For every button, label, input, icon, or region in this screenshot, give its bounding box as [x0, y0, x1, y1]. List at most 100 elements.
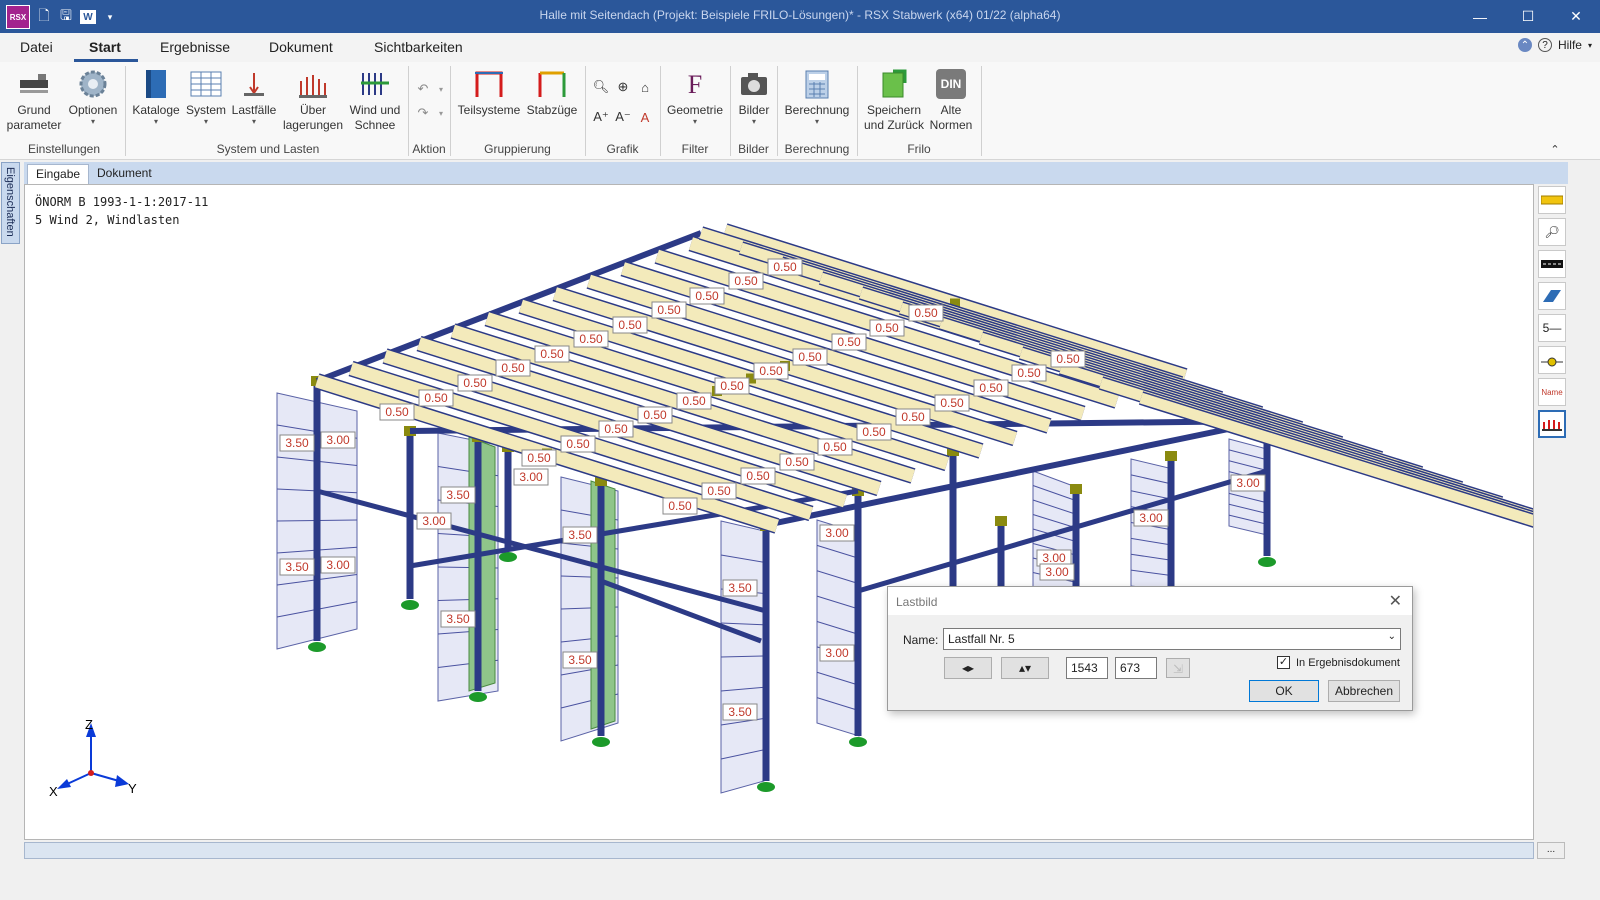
bilder-label: Bilder — [738, 103, 770, 117]
close-icon[interactable]: ✕ — [1552, 0, 1600, 33]
help-icon[interactable]: ? — [1537, 38, 1552, 52]
group-aktion-label: Aktion — [412, 142, 446, 156]
roof-load-label: 0.50 — [817, 438, 853, 456]
axis-origin — [88, 770, 94, 776]
kataloge-button[interactable]: Kataloge ▾ — [130, 66, 182, 126]
surface-view-icon[interactable] — [1538, 282, 1566, 310]
bilder-button[interactable]: Bilder ▾ — [733, 66, 775, 126]
name-label-icon[interactable]: Name — [1538, 378, 1566, 406]
name-select[interactable]: Lastfall Nr. 5 ⌄ — [943, 628, 1401, 650]
tab-eingabe[interactable]: Eingabe — [27, 164, 90, 184]
filter-f-icon: F — [687, 69, 703, 99]
wall-load-label: 3.50 — [279, 434, 315, 452]
fit-size-button[interactable]: ⇲ — [1166, 658, 1190, 678]
maximize-icon[interactable]: ☐ — [1504, 0, 1552, 33]
alte-normen-button[interactable]: DIN Alte Normen — [928, 66, 974, 133]
ueberlagerungen-button[interactable]: Über lagerungen — [282, 66, 344, 133]
roof-edge-beam — [315, 230, 703, 384]
collapse-ribbon-icon[interactable]: ⌃ — [1517, 38, 1532, 52]
load-label-text: 0.50 — [463, 376, 487, 390]
tab-sichtbarkeiten[interactable]: Sichtbarkeiten — [374, 39, 463, 55]
lastfaelle-button[interactable]: Lastfälle ▾ — [229, 66, 279, 126]
undo-dropdown-icon[interactable]: ▾ — [432, 80, 450, 98]
tab-datei[interactable]: Datei — [20, 39, 53, 55]
zoom-in-icon[interactable]: ⊕ — [614, 78, 632, 96]
wind-schnee-label: Wind und Schnee — [349, 103, 401, 132]
calculator-icon — [801, 68, 833, 100]
properties-side-tab[interactable]: Eigenschaften — [1, 162, 20, 244]
load-label-text: 3.50 — [446, 488, 470, 502]
height-input[interactable]: 673 — [1115, 657, 1157, 679]
undo-icon[interactable]: ↶ — [414, 80, 432, 98]
cancel-button[interactable]: Abbrechen — [1328, 680, 1400, 702]
font-smaller-icon[interactable]: A⁻ — [614, 108, 632, 126]
roof-load-label: 0.50 — [495, 359, 531, 377]
ok-button[interactable]: OK — [1249, 680, 1319, 702]
redo-icon[interactable]: ↷ — [414, 104, 432, 122]
minimize-icon[interactable]: — — [1456, 0, 1504, 33]
roof-load-label: 0.50 — [689, 287, 725, 305]
member-chain-icon — [536, 68, 568, 100]
ergebnisdokument-checkbox[interactable]: ✓ — [1277, 656, 1290, 669]
text-style-icon[interactable]: A — [636, 108, 654, 126]
load-display-icon[interactable] — [1538, 410, 1566, 438]
help-dropdown-icon[interactable]: ▾ — [1588, 41, 1592, 50]
lastfaelle-label: Lastfälle — [231, 103, 277, 117]
wall-load-label: 3.50 — [562, 651, 598, 669]
system-button[interactable]: System ▾ — [184, 66, 228, 126]
status-bar — [24, 842, 1534, 859]
ruler-icon[interactable] — [1538, 186, 1566, 214]
speichern-zurueck-button[interactable]: Speichern und Zurück — [860, 66, 928, 133]
dialog-header: Lastbild ✕ — [888, 587, 1412, 615]
wall-load-label: 3.50 — [722, 703, 758, 721]
ergebnisdokument-label: In Ergebnisdokument — [1296, 657, 1400, 669]
width-adjust-button[interactable]: ◂▸ — [944, 657, 992, 679]
optionen-button[interactable]: Optionen ▾ — [64, 66, 122, 126]
load-label-text: 0.50 — [862, 425, 886, 439]
load-label-text: 0.50 — [798, 350, 822, 364]
berechnung-button[interactable]: Berechnung ▾ — [781, 66, 853, 126]
roof-load-label: 0.50 — [934, 394, 970, 412]
node-number-icon[interactable] — [1538, 346, 1566, 374]
load-label-text: 0.50 — [875, 321, 899, 335]
roof-load-label: 0.50 — [560, 435, 596, 453]
height-adjust-button[interactable]: ▴▾ — [1001, 657, 1049, 679]
wind-schnee-button[interactable]: Wind und Schnee — [345, 66, 405, 133]
load-label-text: 0.50 — [604, 422, 628, 436]
tab-dokument-view[interactable]: Dokument — [89, 164, 160, 184]
alte-normen-label: Alte Normen — [929, 103, 973, 132]
grund-parameter-button[interactable]: Grund parameter — [4, 66, 64, 133]
tab-dokument[interactable]: Dokument — [269, 39, 333, 55]
roof-load-label: 0.50 — [662, 497, 698, 515]
teilsysteme-button[interactable]: Teilsysteme — [455, 66, 523, 118]
tab-ergebnisse[interactable]: Ergebnisse — [160, 39, 230, 55]
section-view-icon[interactable] — [1538, 250, 1566, 278]
roof-load-label: 0.50 — [856, 423, 892, 441]
load-label-text: 0.50 — [385, 405, 409, 419]
collapse-ribbon-chevron-icon[interactable]: ⌃ — [1546, 140, 1564, 158]
roof-load-label: 0.50 — [573, 330, 609, 348]
roof-load-label: 0.50 — [612, 316, 648, 334]
redo-dropdown-icon[interactable]: ▾ — [432, 104, 450, 122]
roof-load-label: 0.50 — [457, 374, 493, 392]
status-more-button[interactable]: ... — [1537, 842, 1565, 859]
geometrie-button[interactable]: F Geometrie ▾ — [663, 66, 727, 126]
structure-viewport[interactable]: ÖNORM B 1993-1-1:2017-11 5 Wind 2, Windl… — [24, 184, 1534, 840]
member-number-icon[interactable]: 5― — [1538, 314, 1566, 342]
column-node — [1165, 451, 1177, 461]
help-label[interactable]: Hilfe — [1558, 38, 1582, 52]
roof-load-label: 0.50 — [637, 406, 673, 424]
dialog-close-icon[interactable]: ✕ — [1389, 591, 1402, 611]
load-label-text: 3.50 — [728, 581, 752, 595]
lastbild-dialog: Lastbild ✕ Name: Lastfall Nr. 5 ⌄ ◂▸ ▴▾ 1… — [887, 586, 1413, 711]
zoom-icon[interactable]: 🔍︎ — [592, 78, 610, 96]
width-input[interactable]: 1543 — [1066, 657, 1108, 679]
group-system-lasten-label: System und Lasten — [216, 142, 320, 156]
load-label-text: 0.50 — [707, 484, 731, 498]
font-larger-icon[interactable]: A⁺ — [592, 108, 610, 126]
home-view-icon[interactable]: ⌂ — [636, 78, 654, 96]
stabzuege-button[interactable]: Stabzüge — [524, 66, 580, 118]
magnifier-icon[interactable]: 🔎︎ — [1538, 218, 1566, 246]
y-axis-label: Y — [128, 781, 137, 796]
tab-start[interactable]: Start — [89, 39, 121, 55]
